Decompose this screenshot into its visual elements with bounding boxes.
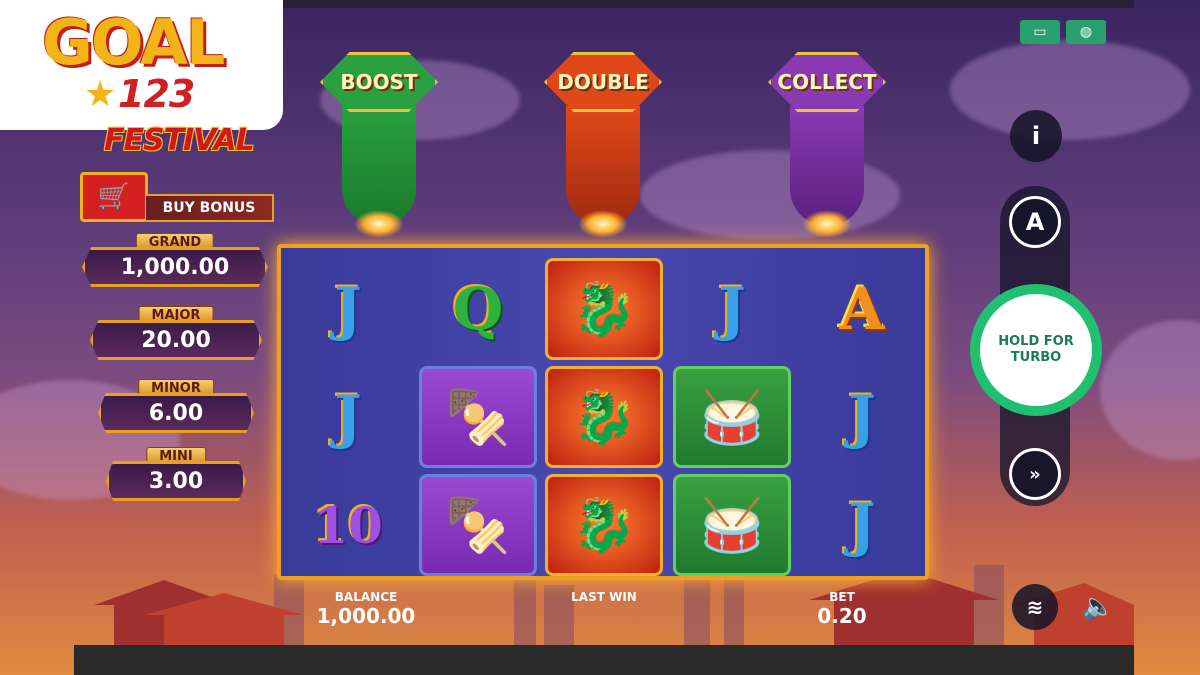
- reel-cell: J: [801, 472, 923, 578]
- last-win-display: LAST WIN: [544, 590, 664, 604]
- reel-cell: J: [287, 256, 409, 362]
- spin-turbo-button[interactable]: HOLD FOR TURBO: [970, 284, 1102, 416]
- letter-symbol: A: [839, 275, 885, 343]
- reel-cell: J: [801, 364, 923, 470]
- drum-symbol: 🥁: [673, 474, 791, 576]
- background-cloud: [1100, 320, 1200, 460]
- site-logo: GOAL ★ 123: [0, 0, 283, 130]
- jackpot-value: 20.00: [90, 320, 262, 360]
- balance-label: BALANCE: [334, 590, 398, 604]
- jackpot-value: 6.00: [98, 393, 254, 433]
- reel-grid: J Q 🐉 J A J 🍢 🐉 🥁 J 10 🍢 🐉 🥁 J: [277, 244, 929, 580]
- feature-badge: DOUBLE: [544, 52, 662, 112]
- logo-number-text: 123: [118, 72, 195, 116]
- screen-toggle-button[interactable]: ▭: [1020, 20, 1060, 44]
- shrimp-skewer-symbol: 🍢: [419, 474, 537, 576]
- spark-icon: [578, 210, 628, 238]
- spark-icon: [354, 210, 404, 238]
- feature-badge: BOOST: [320, 52, 438, 112]
- game-title: FESTIVAL: [104, 123, 255, 158]
- feature-collect: COLLECT: [762, 52, 892, 238]
- letter-symbol: Q: [452, 275, 504, 343]
- reel-cell: 🥁: [671, 364, 793, 470]
- balance-display: BALANCE 1,000.00: [306, 590, 426, 628]
- jackpot-mini: MINI 3.00: [106, 447, 246, 503]
- buy-bonus-button[interactable]: 🛒: [80, 172, 148, 222]
- logo-goal-text: GOAL: [42, 6, 225, 79]
- feature-boost: BOOST: [314, 52, 444, 238]
- firecracker-icon: [566, 106, 640, 226]
- bet-value: 0.20: [817, 604, 867, 628]
- dragon-symbol: 🐉: [545, 366, 663, 468]
- cart-icon: 🛒: [97, 182, 131, 212]
- autoplay-button[interactable]: A: [1009, 196, 1061, 248]
- feature-double: DOUBLE: [538, 52, 668, 238]
- turbo-label: HOLD FOR TURBO: [998, 334, 1074, 365]
- speaker-icon[interactable]: 🔈: [1082, 592, 1114, 622]
- dragon-symbol: 🐉: [545, 258, 663, 360]
- spark-icon: [802, 210, 852, 238]
- dragon-symbol: 🐉: [545, 474, 663, 576]
- reel-cell: 🍢: [417, 472, 539, 578]
- firecracker-icon: [342, 106, 416, 226]
- autoplay-icon: A: [1025, 208, 1045, 236]
- jackpot-grand: GRAND 1,000.00: [82, 233, 268, 291]
- fast-forward-button[interactable]: »: [1009, 448, 1061, 500]
- jackpot-minor: MINOR 6.00: [98, 379, 254, 435]
- bet-settings-button[interactable]: ≋: [1012, 584, 1058, 630]
- letter-symbol: J: [334, 275, 362, 343]
- letter-symbol: J: [848, 491, 876, 559]
- balance-value: 1,000.00: [316, 604, 416, 628]
- bet-display: BET 0.20: [792, 590, 892, 628]
- game-stage: GOAL ★ 123 FESTIVAL 🛒 BUY BONUS GRAND 1,…: [0, 0, 1200, 675]
- reel-cell: 🐉: [543, 256, 665, 362]
- reel-cell: J: [287, 364, 409, 470]
- reel-cell: J: [671, 256, 793, 362]
- buy-bonus-label[interactable]: BUY BONUS: [146, 194, 274, 222]
- reel-cell: A: [801, 256, 923, 362]
- reel-cell: 🍢: [417, 364, 539, 470]
- jackpot-major: MAJOR 20.00: [90, 306, 262, 364]
- bottom-band: [74, 645, 1134, 675]
- jackpot-value: 1,000.00: [82, 247, 268, 287]
- letter-symbol: 10: [313, 495, 383, 555]
- reel-cell: 🥁: [671, 472, 793, 578]
- globe-button[interactable]: ◍: [1066, 20, 1106, 44]
- letter-symbol: J: [334, 383, 362, 451]
- letter-symbol: J: [718, 275, 746, 343]
- bet-label: BET: [829, 590, 855, 604]
- star-icon: ★: [84, 74, 117, 115]
- coins-icon: ≋: [1026, 595, 1044, 619]
- feature-badge: COLLECT: [768, 52, 886, 112]
- info-button[interactable]: i: [1010, 110, 1062, 162]
- jackpot-value: 3.00: [106, 461, 246, 501]
- firecracker-icon: [790, 106, 864, 226]
- reel-cell: 🐉: [543, 472, 665, 578]
- reel-cell: 10: [287, 472, 409, 578]
- reel-cell: Q: [417, 256, 539, 362]
- reel-cell: 🐉: [543, 364, 665, 470]
- drum-symbol: 🥁: [673, 366, 791, 468]
- fast-forward-icon: »: [1029, 463, 1041, 485]
- letter-symbol: J: [848, 383, 876, 451]
- last-win-label: LAST WIN: [571, 590, 637, 604]
- shrimp-skewer-symbol: 🍢: [419, 366, 537, 468]
- background-cloud: [950, 40, 1190, 140]
